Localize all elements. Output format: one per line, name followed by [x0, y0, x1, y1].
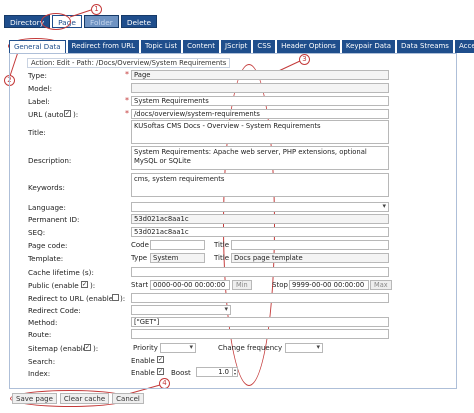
tab-content[interactable]: Content [183, 40, 219, 53]
cancel-button[interactable]: Cancel [112, 393, 144, 404]
top-toolbar: Directory Page Folder Delete [4, 15, 158, 29]
search-enable-label: Enable [131, 357, 155, 365]
type-label: Type: [28, 71, 47, 80]
sitemap-label-suffix: ): [93, 344, 99, 353]
description-label: Description: [28, 156, 72, 165]
priority-select[interactable] [160, 343, 196, 353]
search-label: Search: [28, 357, 56, 366]
language-label: Language: [28, 203, 66, 212]
required-marker: * [125, 70, 129, 79]
page-button-highlight-ring [41, 13, 71, 30]
model-field [131, 83, 389, 93]
boost-spinner-icon[interactable]: ▴ ▾ [232, 368, 237, 376]
redirect-url-label: Redirect to URL (enable [28, 294, 114, 303]
model-label: Model: [28, 84, 53, 93]
folder-button: Folder [83, 15, 119, 28]
delete-button[interactable]: Delete [120, 15, 158, 28]
tab-access[interactable]: Access [454, 40, 474, 53]
priority-label: Priority [133, 344, 158, 352]
public-label-suffix: ): [90, 281, 96, 290]
url-label-suffix: ): [73, 110, 79, 119]
redirect-code-label: Redirect Code: [28, 306, 81, 315]
title-textarea[interactable]: KUSoftas CMS Docs - Overview - System Re… [131, 120, 389, 144]
template-label: Template: [28, 254, 64, 263]
permanent-id-label: Permanent ID: [28, 215, 80, 224]
public-start-input[interactable]: 0000-00-00 00:00:00 [150, 280, 230, 290]
route-label: Route: [28, 330, 52, 339]
title-label: Title: [28, 128, 46, 137]
edit-path-breadcrumb: Action: Edit - Path: /Docs/Overview/Syst… [27, 58, 231, 68]
language-select[interactable] [131, 202, 389, 212]
tab-strip: General Data Redirect from URL Topic Lis… [9, 40, 474, 53]
template-title-label: Title [214, 254, 230, 262]
method-label: Method: [28, 318, 58, 327]
code-label: Code [131, 241, 149, 249]
seq-label: SEQ: [28, 228, 46, 237]
tab-jscript[interactable]: JScript [220, 40, 252, 53]
keywords-label: Keywords: [28, 183, 65, 192]
min-button[interactable]: Min [232, 280, 252, 290]
tab-keypair-data[interactable]: Keypair Data [341, 40, 396, 53]
tab-topic-list[interactable]: Topic List [141, 40, 182, 53]
cache-lifetime-label: Cache lifetime (s): [28, 268, 94, 277]
index-enable-checkbox[interactable]: ✓ [157, 368, 164, 375]
description-textarea[interactable]: System Requirements: Apache web server, … [131, 146, 389, 170]
seq-input[interactable]: 53d021ac8aa1c [131, 227, 389, 237]
page-title-label: Title [214, 241, 230, 249]
tab-general-data[interactable]: General Data [9, 40, 66, 53]
type-field: Page [131, 70, 389, 80]
redirect-url-enable-checkbox[interactable] [112, 294, 119, 301]
keywords-textarea[interactable]: cms, system requirements [131, 173, 389, 197]
change-frequency-select[interactable] [285, 343, 323, 353]
index-label: Index: [28, 369, 51, 378]
save-page-button[interactable]: Save page [12, 393, 57, 404]
redirect-url-input[interactable] [131, 293, 389, 303]
url-input[interactable]: /docs/overview/system-requirements [131, 109, 389, 119]
public-enable-checkbox[interactable]: ✓ [81, 281, 88, 288]
footer-actions: Save page Clear cache Cancel [12, 393, 144, 404]
sitemap-label: Sitemap (enable [28, 344, 88, 353]
tab-data-streams[interactable]: Data Streams [397, 40, 453, 53]
page-code-input[interactable] [150, 240, 205, 250]
label-label: Label: [28, 97, 50, 106]
tab-css[interactable]: CSS [253, 40, 276, 53]
route-input[interactable] [131, 329, 389, 339]
template-title-field: Docs page template [231, 253, 389, 263]
url-label: URL (auto [28, 110, 64, 119]
max-button[interactable]: Max [370, 280, 392, 290]
public-label: Public (enable [28, 281, 79, 290]
label-input[interactable]: System Requirements [131, 96, 389, 106]
template-type-field: System [150, 253, 205, 263]
search-enable-checkbox[interactable]: ✓ [157, 356, 164, 363]
callout-1: 1 [91, 4, 102, 15]
page-title-input[interactable] [231, 240, 389, 250]
boost-label: Boost [171, 369, 191, 377]
required-marker: * [125, 96, 129, 105]
change-frequency-label: Change frequency [218, 344, 283, 352]
url-auto-checkbox[interactable]: ✓ [64, 110, 71, 117]
public-stop-input[interactable]: 9999-00-00 00:00:00 [289, 280, 369, 290]
stop-label: Stop [272, 281, 288, 289]
index-enable-label: Enable [131, 369, 155, 377]
tab-redirect-from-url[interactable]: Redirect from URL [67, 40, 140, 53]
sitemap-enable-checkbox[interactable]: ✓ [84, 344, 91, 351]
template-type-label: Type [131, 254, 148, 262]
clear-cache-button[interactable]: Clear cache [59, 393, 110, 404]
method-input[interactable]: ["GET"] [131, 317, 389, 327]
start-label: Start [131, 281, 149, 289]
redirect-code-select[interactable] [131, 305, 231, 315]
permanent-id-field: 53d021ac8aa1c [131, 214, 389, 224]
tab-header-options[interactable]: Header Options [277, 40, 340, 53]
boost-input[interactable]: 1.0 ▴ ▾ [196, 367, 238, 377]
redirect-url-label-suffix: ): [120, 294, 126, 303]
cache-lifetime-input[interactable] [131, 267, 389, 277]
url-label-text: URL (auto [28, 110, 64, 119]
page-code-label: Page code: [28, 241, 68, 250]
boost-value: 1.0 [218, 368, 229, 376]
required-marker: * [125, 109, 129, 118]
